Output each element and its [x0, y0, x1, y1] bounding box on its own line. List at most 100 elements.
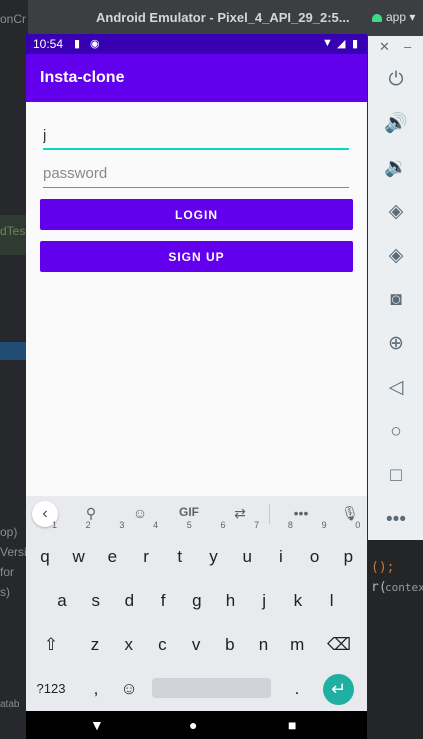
ide-selection	[0, 342, 28, 360]
period-key[interactable]: .	[280, 668, 314, 710]
at-icon: ◉	[90, 38, 100, 50]
zoom-icon[interactable]: ⊕	[382, 330, 410, 358]
rotate-left-icon[interactable]: ◈	[382, 198, 410, 226]
key-k[interactable]: k	[281, 580, 315, 622]
key-label: y	[209, 547, 218, 566]
key-f[interactable]: f	[146, 580, 180, 622]
ide-code-fragment: Versi	[0, 545, 27, 559]
volume-up-icon[interactable]: 🔊	[382, 110, 410, 138]
rotate-right-icon[interactable]: ◈	[382, 242, 410, 270]
key-g[interactable]: g	[180, 580, 214, 622]
email-input[interactable]	[43, 120, 349, 150]
ide-code-fragment: for	[0, 565, 15, 579]
toolbar-divider	[269, 504, 270, 524]
enter-key[interactable]: ↵	[323, 674, 354, 705]
emulator-titlebar[interactable]: Android Emulator - Pixel_4_API_29_2:5...	[28, 0, 367, 37]
ide-code-fragment: atab	[0, 699, 20, 710]
key-u[interactable]: u7	[230, 521, 264, 578]
key-t[interactable]: t5	[163, 521, 197, 578]
key-l[interactable]: l	[315, 580, 349, 622]
email-underline	[43, 148, 349, 150]
key-c[interactable]: c	[145, 624, 179, 666]
key-b[interactable]: b	[213, 624, 247, 666]
sd-card-icon: ▮	[74, 38, 81, 50]
android-icon	[372, 13, 382, 22]
back-icon[interactable]: ◁	[382, 374, 410, 402]
key-q[interactable]: q1	[28, 521, 62, 578]
key-r[interactable]: r4	[129, 521, 163, 578]
back-nav-icon[interactable]: ▼	[90, 717, 104, 733]
login-button[interactable]: LOGIN	[40, 199, 353, 230]
emoji-key[interactable]: ☺	[112, 668, 146, 710]
keyboard-toolbar: ‹ ⚲ ☺ GIF ⇄ ••• 🎙	[26, 496, 367, 532]
emulator-toolbar: ✕ – ⏻ 🔊 🔉 ◈ ◈ ◙ ⊕ ◁ ○ □ •••	[368, 36, 423, 540]
key-o[interactable]: o9	[298, 521, 332, 578]
key-label: i	[279, 547, 283, 566]
keyboard-row-1: q1w2e3r4t5y6u7i8o9p0	[26, 521, 367, 578]
screenshot-icon[interactable]: ◙	[382, 286, 410, 314]
email-field[interactable]	[43, 120, 349, 150]
key-m[interactable]: m	[280, 624, 314, 666]
key-label: q	[40, 547, 50, 566]
key-d[interactable]: d	[112, 580, 146, 622]
key-y[interactable]: y6	[197, 521, 231, 578]
key-x[interactable]: x	[112, 624, 146, 666]
app-bar: Insta-clone	[26, 54, 367, 102]
key-e[interactable]: e3	[95, 521, 129, 578]
keyboard-row-2: asdfghjkl	[26, 580, 367, 622]
key-label: w	[72, 547, 85, 566]
comma-key[interactable]: ,	[79, 668, 113, 710]
gif-button[interactable]: GIF	[177, 505, 201, 519]
translate-icon[interactable]: ⇄	[228, 505, 252, 522]
emulator-title: Android Emulator - Pixel_4_API_29_2:5...	[96, 10, 350, 25]
app-title: Insta-clone	[40, 69, 125, 86]
home-icon[interactable]: ○	[382, 418, 410, 446]
overview-icon[interactable]: □	[382, 462, 410, 490]
toolbar-window-controls: ✕ –	[368, 36, 423, 58]
volume-down-icon[interactable]: 🔉	[382, 154, 410, 182]
key-z[interactable]: z	[78, 624, 112, 666]
key-h[interactable]: h	[214, 580, 248, 622]
ide-code-fragment: op)	[0, 525, 18, 539]
search-icon[interactable]: ⚲	[79, 505, 103, 522]
key-w[interactable]: w2	[62, 521, 96, 578]
ide-code-fragment: onCr	[0, 12, 27, 26]
status-bar: 10:54 ▮ ◉ ▼ ◢ ▮	[26, 34, 367, 54]
key-j[interactable]: j	[247, 580, 281, 622]
key-v[interactable]: v	[179, 624, 213, 666]
shift-key[interactable]: ⇧	[34, 624, 68, 666]
more-options-icon[interactable]: •••	[382, 506, 410, 534]
space-key[interactable]	[152, 678, 271, 698]
key-label: u	[242, 547, 252, 566]
more-icon[interactable]: •••	[289, 505, 313, 521]
signal-icon: ◢	[337, 38, 346, 50]
home-nav-icon[interactable]: ●	[189, 717, 197, 733]
key-a[interactable]: a	[45, 580, 79, 622]
battery-icon: ▮	[352, 38, 359, 50]
recents-nav-icon[interactable]: ■	[288, 717, 296, 733]
signup-button[interactable]: SIGN UP	[40, 241, 353, 272]
key-label: r	[143, 547, 149, 566]
run-config-selector[interactable]: app ▾	[372, 10, 415, 24]
ide-code-fragment: contex	[385, 581, 423, 594]
password-input[interactable]	[43, 158, 349, 188]
ide-code-fragment: dTes	[0, 224, 26, 238]
key-s[interactable]: s	[79, 580, 113, 622]
ide-editor-right: (); r( contex	[367, 540, 423, 739]
sticker-icon[interactable]: ☺	[128, 505, 152, 521]
close-icon[interactable]: ✕	[379, 39, 390, 55]
keyboard-row-4: ?123 , ☺ . ↵	[26, 668, 367, 710]
key-n[interactable]: n	[247, 624, 281, 666]
key-label: e	[107, 547, 118, 566]
minimize-icon[interactable]: –	[404, 39, 411, 54]
key-p[interactable]: p0	[331, 521, 365, 578]
password-underline	[43, 187, 349, 188]
key-i[interactable]: i8	[264, 521, 298, 578]
backspace-key[interactable]: ⌫	[322, 624, 356, 666]
key-label: p	[343, 547, 354, 566]
key-label: o	[309, 547, 320, 566]
power-icon[interactable]: ⏻	[382, 66, 410, 94]
status-time: 10:54	[33, 37, 64, 51]
password-field[interactable]	[43, 158, 349, 188]
symbols-key[interactable]: ?123	[34, 668, 68, 710]
